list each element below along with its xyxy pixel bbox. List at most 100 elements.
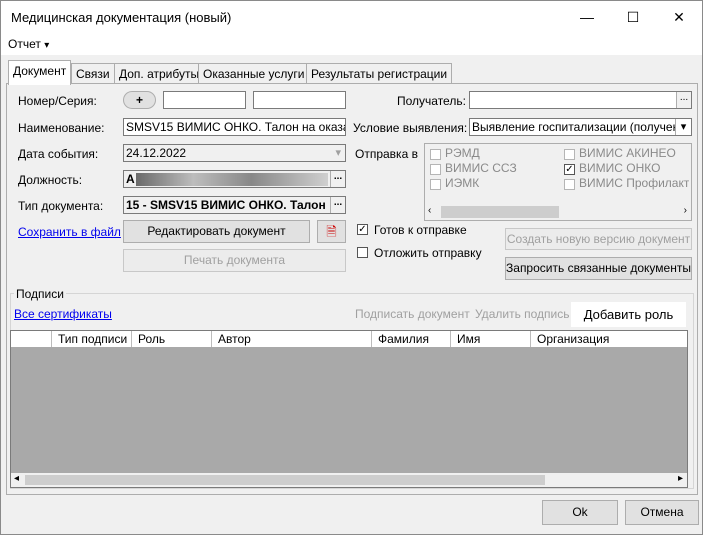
- position-input[interactable]: А ...: [123, 170, 346, 188]
- tab-label: Результаты регистрации: [311, 67, 448, 81]
- column-header[interactable]: Организация: [530, 331, 687, 347]
- send-targets-hscrollbar[interactable]: ‹ ›: [425, 204, 691, 220]
- close-icon: ✕: [673, 9, 685, 25]
- doc-type-input[interactable]: 15 - SMSV15 ВИМИС ОНКО. Талон ...: [123, 196, 346, 214]
- ready-to-send-checkbox[interactable]: ✓: [357, 224, 368, 235]
- tab-extra-attributes[interactable]: Доп. атрибуты: [114, 63, 205, 84]
- minimize-icon: —: [580, 9, 594, 25]
- delete-signature-button[interactable]: Удалить подпись: [475, 307, 570, 321]
- tab-registration-results[interactable]: Результаты регистрации: [306, 63, 453, 84]
- tab-label: Документ: [13, 64, 67, 78]
- title-bar: Медицинская документация (новый) — ☐ ✕: [1, 1, 702, 33]
- event-date-value: 24.12.2022: [126, 146, 187, 160]
- save-to-file-link[interactable]: Сохранить в файл: [18, 225, 121, 239]
- maximize-button[interactable]: ☐: [610, 1, 656, 33]
- position-label: Должность:: [18, 173, 83, 187]
- send-target-label: ИЭМК: [445, 176, 480, 190]
- create-new-version-button[interactable]: Создать новую версию документ: [505, 228, 692, 250]
- ok-button[interactable]: Ok: [542, 500, 618, 525]
- scrollbar-thumb[interactable]: [25, 475, 545, 485]
- report-menu[interactable]: Отчет ▾: [8, 37, 49, 51]
- menu-bar: Отчет ▾: [1, 33, 702, 55]
- window-title: Медицинская документация (новый): [11, 10, 232, 25]
- column-header[interactable]: Автор: [211, 331, 371, 347]
- scrollbar-thumb[interactable]: [441, 206, 559, 218]
- pdf-icon: 🗎: [326, 224, 337, 239]
- tab-services[interactable]: Оказанные услуги: [198, 63, 310, 84]
- recipient-input[interactable]: ...: [469, 91, 692, 109]
- add-number-button[interactable]: +: [123, 91, 156, 109]
- close-button[interactable]: ✕: [656, 1, 702, 33]
- minimize-button[interactable]: —: [564, 1, 610, 33]
- recipient-label: Получатель:: [397, 94, 466, 108]
- request-related-documents-button[interactable]: Запросить связанные документы: [505, 257, 692, 280]
- checkbox-vimis-profilaktika[interactable]: [564, 179, 575, 190]
- send-target-label: ВИМИС Профилактик: [579, 176, 689, 190]
- number-label: Номер/Серия:: [18, 94, 97, 108]
- number-input[interactable]: [163, 91, 246, 109]
- dialog-window: Медицинская документация (новый) — ☐ ✕ О…: [0, 0, 703, 535]
- doc-type-select-button[interactable]: ...: [330, 197, 345, 213]
- send-target-label: ВИМИС ОНКО: [579, 161, 661, 175]
- scroll-right-icon[interactable]: ▸: [678, 473, 683, 484]
- column-header[interactable]: Роль: [131, 331, 211, 347]
- scroll-left-icon[interactable]: ◂: [14, 473, 19, 484]
- sign-document-button[interactable]: Подписать документ: [355, 307, 470, 321]
- column-header[interactable]: Фамилия: [371, 331, 450, 347]
- postpone-send-checkbox[interactable]: [357, 247, 368, 258]
- checkbox-vimis-akineo[interactable]: [564, 149, 575, 160]
- doc-type-value: 15 - SMSV15 ВИМИС ОНКО. Талон: [126, 198, 326, 212]
- event-date-picker[interactable]: 24.12.2022 ▾: [123, 144, 346, 162]
- condition-value: Выявление госпитализации (получение: [472, 120, 692, 134]
- all-certificates-link[interactable]: Все сертификаты: [14, 307, 112, 321]
- send-target-label: ВИМИС АКИНЕО: [579, 146, 676, 160]
- redacted-text: [136, 173, 328, 186]
- series-input[interactable]: [253, 91, 346, 109]
- checkbox-iemk[interactable]: [430, 179, 441, 190]
- condition-select[interactable]: Выявление госпитализации (получение ▾: [469, 118, 692, 136]
- signatures-grid: [10, 330, 688, 488]
- column-header[interactable]: Имя: [450, 331, 530, 347]
- chevron-down-icon: ▾: [335, 147, 341, 159]
- print-document-button[interactable]: Печать документа: [123, 249, 346, 272]
- ready-to-send-label: Готов к отправке: [374, 223, 467, 237]
- signatures-section-label: Подписи: [14, 287, 66, 301]
- chevron-down-icon[interactable]: ▾: [675, 119, 691, 135]
- name-label: Наименование:: [18, 121, 105, 135]
- edit-document-button[interactable]: Редактировать документ: [123, 220, 310, 243]
- checkbox-remd[interactable]: [430, 149, 441, 160]
- recipient-select-button[interactable]: ...: [676, 92, 691, 108]
- send-target-label: ВИМИС ССЗ: [445, 161, 517, 175]
- checkmark-icon: ✓: [358, 224, 367, 235]
- pdf-button[interactable]: 🗎: [317, 220, 346, 243]
- postpone-send-label: Отложить отправку: [374, 246, 482, 260]
- position-value: А: [126, 172, 135, 186]
- checkbox-vimis-onko[interactable]: ✓: [564, 164, 575, 175]
- tab-label: Связи: [76, 67, 110, 81]
- checkmark-icon: ✓: [565, 164, 574, 175]
- tab-label: Оказанные услуги: [203, 67, 305, 81]
- plus-icon: +: [135, 93, 143, 107]
- scroll-left-icon[interactable]: ‹: [428, 205, 431, 216]
- chevron-down-icon: ▾: [44, 40, 50, 51]
- grid-corner: [11, 331, 51, 347]
- doc-type-label: Тип документа:: [18, 199, 104, 213]
- send-targets-list: РЭМД ВИМИС АКИНЕО ВИМИС ССЗ ✓ ВИМИС ОНКО…: [424, 143, 692, 221]
- grid-hscrollbar[interactable]: ◂ ▸: [11, 473, 687, 487]
- maximize-icon: ☐: [626, 9, 640, 25]
- position-select-button[interactable]: ...: [330, 171, 345, 187]
- column-header[interactable]: Тип подписи: [51, 331, 131, 347]
- condition-label: Условие выявления:: [353, 121, 468, 135]
- name-input[interactable]: SMSV15 ВИМИС ОНКО. Талон на оказание: [123, 118, 346, 136]
- cancel-button[interactable]: Отмена: [625, 500, 699, 525]
- tab-links[interactable]: Связи: [71, 63, 115, 84]
- tab-label: Доп. атрибуты: [119, 67, 200, 81]
- send-target-label: РЭМД: [445, 146, 480, 160]
- tab-document[interactable]: Документ: [8, 60, 72, 85]
- send-to-label: Отправка в: [355, 147, 418, 161]
- report-menu-label: Отчет: [8, 37, 41, 51]
- event-date-label: Дата события:: [18, 147, 99, 161]
- scroll-right-icon[interactable]: ›: [684, 205, 687, 216]
- add-role-button[interactable]: Добавить роль: [571, 302, 686, 327]
- checkbox-vimis-ssz[interactable]: [430, 164, 441, 175]
